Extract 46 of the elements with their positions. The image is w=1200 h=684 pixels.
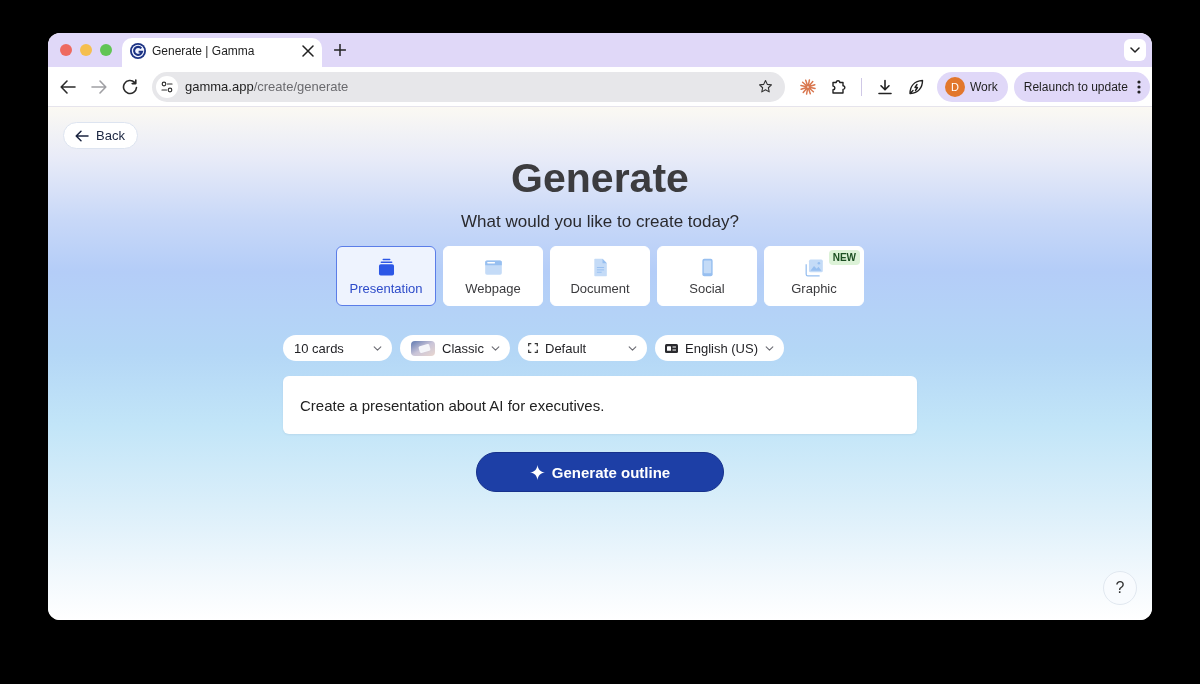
new-badge: NEW	[828, 250, 860, 265]
sliders-icon[interactable]	[156, 75, 178, 98]
profile-avatar: D	[945, 76, 965, 97]
theme-dropdown[interactable]: Classic	[400, 335, 510, 361]
language-dropdown[interactable]: English (US)	[655, 335, 784, 361]
chevron-down-icon	[765, 345, 774, 351]
close-icon[interactable]	[302, 44, 314, 57]
browser-tab[interactable]: Generate | Gamma	[122, 38, 322, 67]
plus-icon[interactable]	[334, 44, 346, 56]
dimensions-dropdown[interactable]: Default	[518, 335, 647, 361]
arrow-left-icon[interactable]	[59, 78, 76, 95]
help-button[interactable]: ?	[1103, 571, 1137, 605]
starburst-icon[interactable]	[800, 78, 816, 95]
tab-menu-button[interactable]	[1124, 39, 1146, 61]
profile-button[interactable]: D Work	[937, 71, 1008, 102]
star-icon[interactable]	[758, 79, 773, 94]
content-type-option[interactable]: Document	[550, 246, 650, 306]
chevron-down-icon	[491, 345, 500, 351]
stack-icon	[376, 258, 396, 277]
chevron-down-icon	[628, 345, 637, 351]
arrow-left-icon	[75, 129, 89, 142]
browser-window-icon	[483, 258, 503, 277]
address-bar[interactable]: gamma.app/create/generate	[152, 71, 785, 102]
page-subtitle: What would you like to create today?	[461, 211, 739, 233]
chevron-down-icon	[1130, 47, 1140, 53]
reload-icon[interactable]	[121, 78, 138, 95]
puzzle-icon[interactable]	[831, 78, 847, 95]
id-card-icon	[665, 343, 678, 353]
page-title: Generate	[511, 155, 689, 201]
generate-outline-button[interactable]: Generate outline	[476, 452, 724, 492]
leaf-icon[interactable]	[908, 78, 924, 95]
frame-corners-icon	[528, 343, 538, 353]
prompt-field[interactable]: Create a presentation about AI for executives.	[283, 376, 917, 434]
download-icon[interactable]	[877, 78, 893, 95]
content-type-option[interactable]: Presentation	[336, 246, 436, 306]
back-button[interactable]: Back	[63, 122, 138, 149]
more-vertical-icon[interactable]	[1136, 79, 1141, 94]
favicon-icon	[130, 42, 146, 59]
image-icon	[804, 258, 824, 277]
theme-thumbnail	[411, 340, 435, 356]
content-type-option[interactable]: Webpage	[443, 246, 543, 306]
sparkle-icon	[529, 464, 545, 480]
relaunch-button[interactable]: Relaunch to update	[1013, 71, 1150, 102]
content-type-option[interactable]: Social	[657, 246, 757, 306]
card-count-dropdown[interactable]: 10 cards	[283, 335, 392, 361]
chevron-down-icon	[373, 345, 382, 351]
